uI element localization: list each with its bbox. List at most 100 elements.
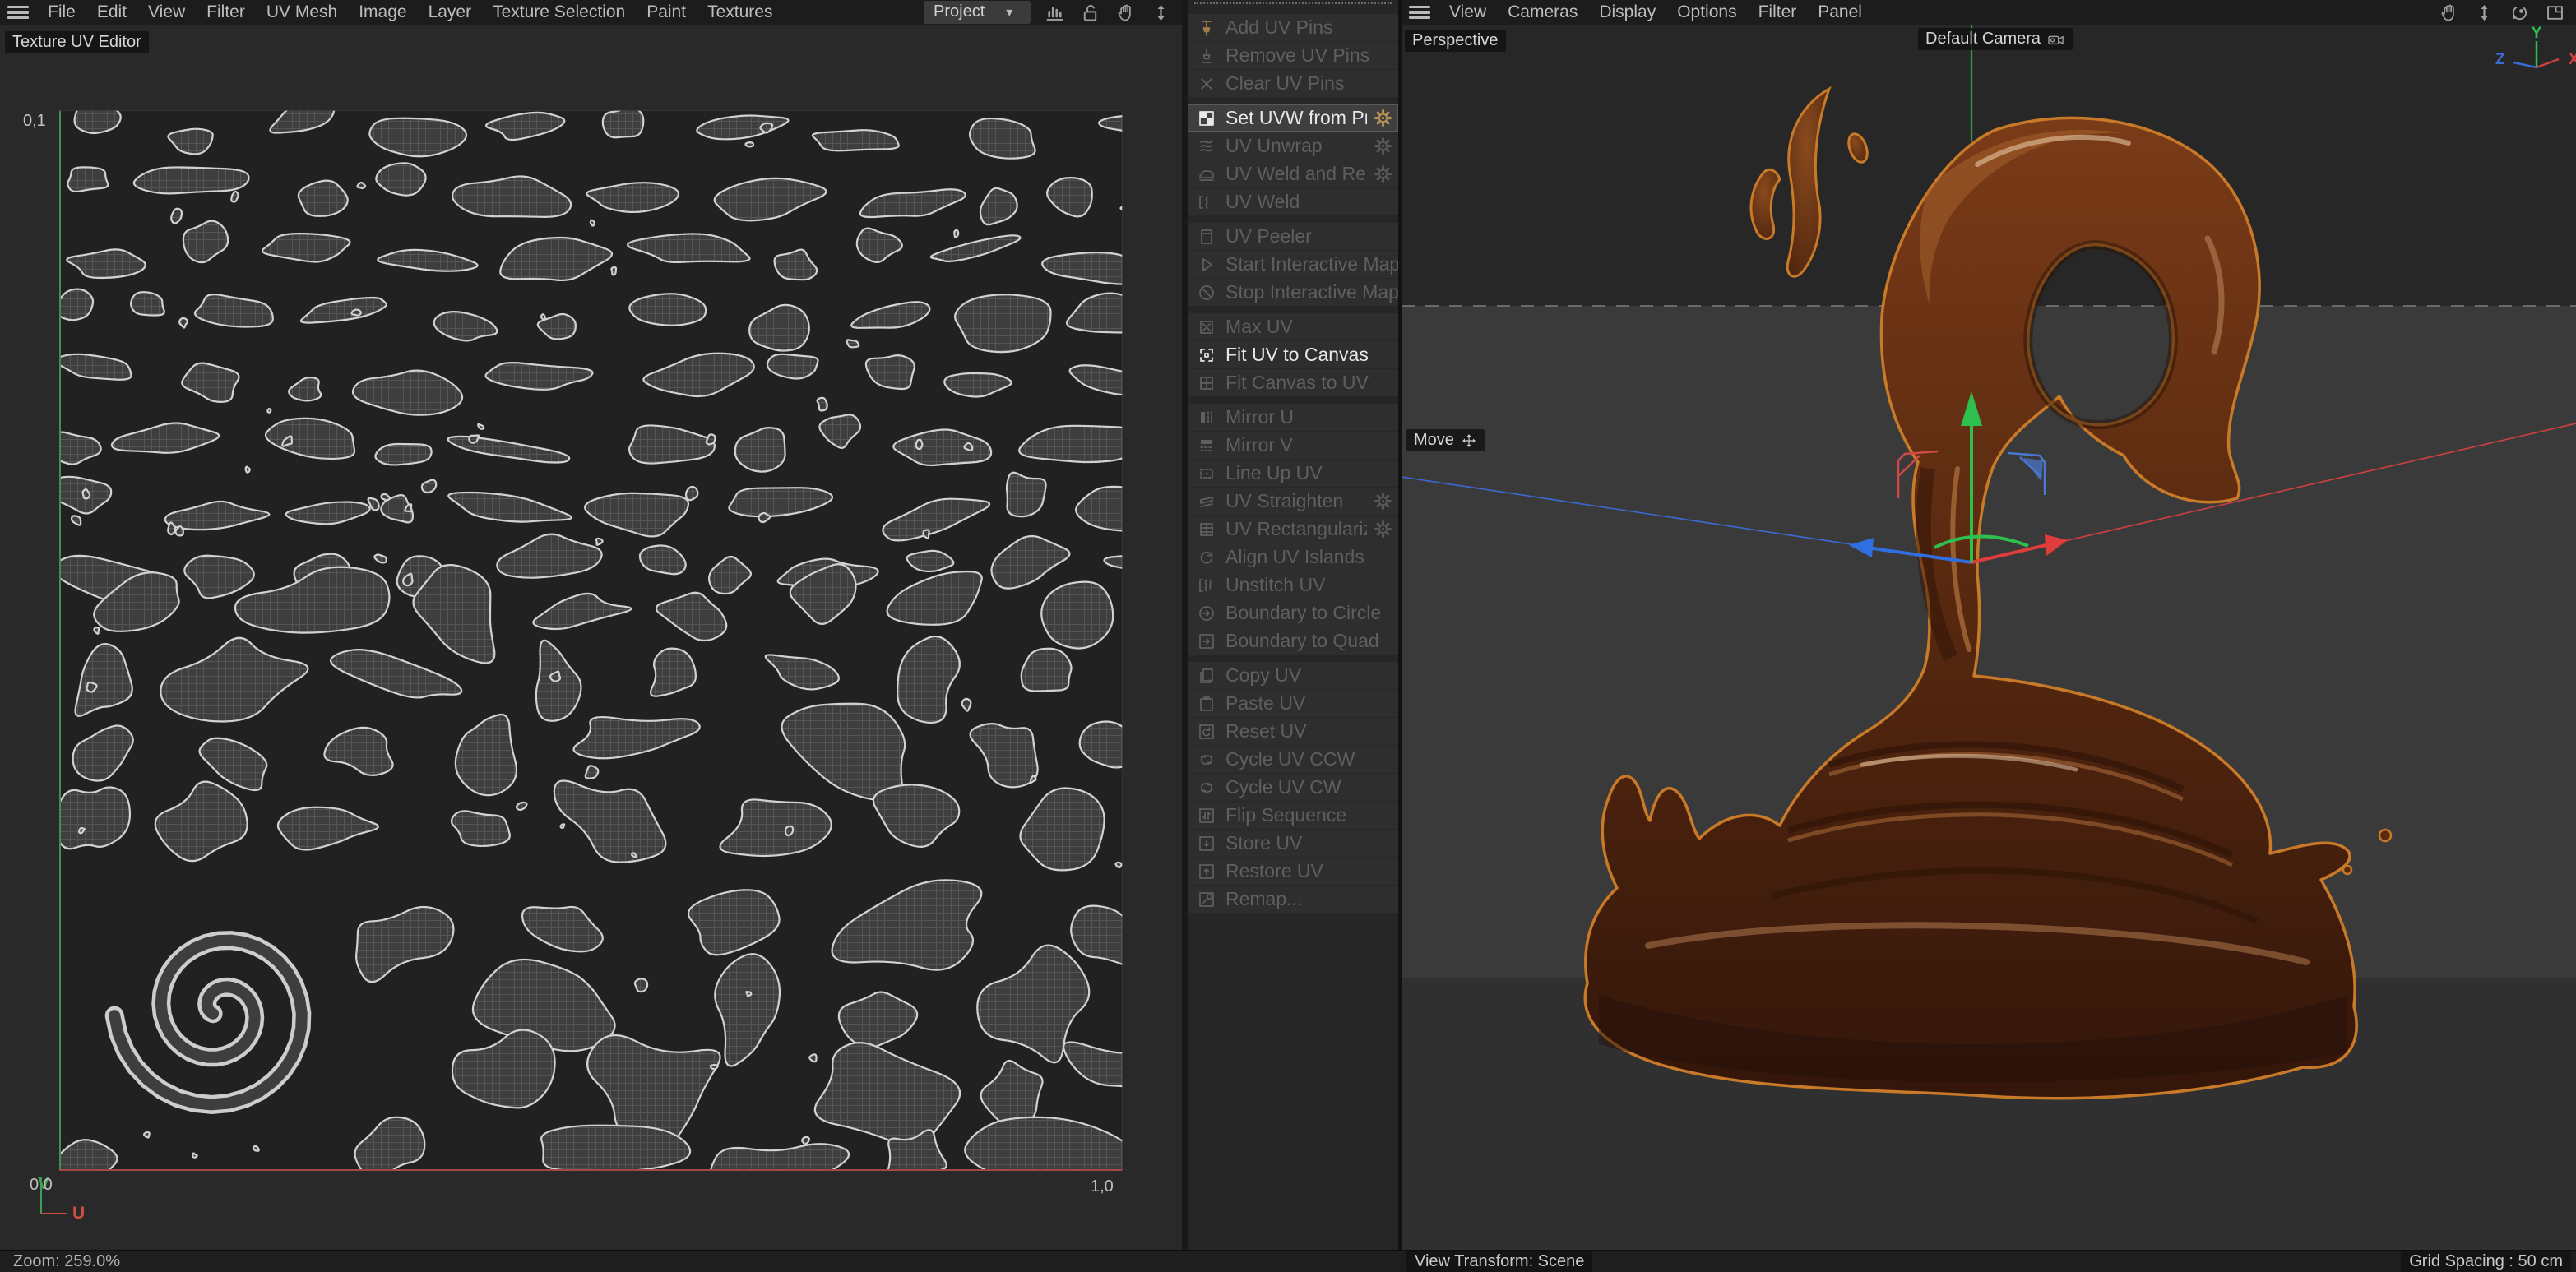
cmd-item-cycle-uv-cw[interactable]: Cycle UV CW [1188, 774, 1398, 802]
camera-label[interactable]: Default Camera [1918, 28, 2073, 50]
cmd-item-copy-uv[interactable]: Copy UV [1188, 662, 1398, 690]
cmd-item-cycle-uv-ccw[interactable]: Cycle UV CCW [1188, 746, 1398, 774]
cmd-item-label: Copy UV [1225, 664, 1302, 686]
rotate-icon[interactable] [2509, 2, 2531, 24]
panel-divider[interactable] [1398, 0, 1402, 1250]
ccw-icon [1188, 750, 1225, 770]
gizmo-x-label: X [2569, 51, 2576, 68]
hand-icon[interactable] [1114, 2, 1137, 24]
cmd-item-align-uv-islands[interactable]: Align UV Islands [1188, 543, 1398, 571]
cmd-item-set-uvw-from-projection[interactable]: Set UVW from Projection [1188, 104, 1398, 132]
menu-item-filter[interactable]: Filter [1748, 0, 1808, 25]
menu-item-paint[interactable]: Paint [636, 0, 697, 25]
cmd-item-label: Set UVW from Projection [1225, 107, 1367, 128]
clear-icon [1188, 74, 1225, 94]
cmd-item-paste-uv[interactable]: Paste UV [1188, 690, 1398, 718]
histogram-icon[interactable] [1044, 2, 1066, 24]
viewport-canvas[interactable]: Y X Z Perspective Default Camera Move [1402, 25, 2576, 1250]
cmd-item-uv-straighten[interactable]: UV Straighten [1188, 488, 1398, 516]
cmd-item-label: Line Up UV [1225, 462, 1323, 483]
gizmo-z-label: Z [2495, 51, 2505, 68]
cmd-item-fit-canvas-to-uv[interactable]: Fit Canvas to UV [1188, 369, 1398, 396]
menu-item-view[interactable]: View [1439, 0, 1497, 25]
texture-uv-editor-panel: Texture UV Editor 0,1 V 0,0 1,0 U [0, 25, 1182, 1250]
cmd-item-unstitch-uv[interactable]: Unstitch UV [1188, 571, 1398, 599]
menu-item-edit[interactable]: Edit [86, 0, 137, 25]
cmd-item-reset-uv[interactable]: Reset UV [1188, 718, 1398, 746]
menu-item-uv-mesh[interactable]: UV Mesh [256, 0, 348, 25]
cmd-item-label: Fit Canvas to UV [1225, 372, 1369, 393]
application-window: File Edit View Filter UV Mesh Image Layer Textu… [0, 0, 2576, 1272]
cmd-item-flip-sequence[interactable]: Flip Sequence [1188, 802, 1398, 830]
menu-item-cameras[interactable]: Cameras [1497, 0, 1588, 25]
cmd-item-label: Boundary to Quad [1225, 630, 1379, 651]
mirror-v-icon [1188, 436, 1225, 456]
cmd-item-uv-peeler[interactable]: UV Peeler [1188, 223, 1398, 251]
menu-item-filter[interactable]: Filter [196, 0, 256, 25]
command-group: UV Peeler Start Interactive Mapping Stop I… [1188, 223, 1398, 306]
hand-icon[interactable] [2438, 2, 2460, 24]
menu-item-file[interactable]: File [37, 0, 86, 25]
hamburger-menu-icon[interactable] [1409, 6, 1430, 19]
menu-item-options[interactable]: Options [1666, 0, 1747, 25]
u-axis-label: U [72, 1204, 86, 1223]
uv-coord-bottom-right: 1,0 [1091, 1177, 1114, 1196]
cmd-item-remap[interactable]: Remap... [1188, 886, 1398, 913]
cmd-item-uv-weld-and-relax[interactable]: UV Weld and Relax [1188, 160, 1398, 188]
cmd-item-clear-uv-pins[interactable]: Clear UV Pins [1188, 70, 1398, 97]
cmd-item-start-interactive-mapping[interactable]: Start Interactive Mapping [1188, 251, 1398, 279]
command-group: Copy UV Paste UV Reset UV Cycle UV CCW Cycle… [1188, 662, 1398, 913]
cmd-item-mirror-u[interactable]: Mirror U [1188, 404, 1398, 432]
menu-item-layer[interactable]: Layer [418, 0, 483, 25]
remap-icon [1188, 890, 1225, 909]
menu-item-display[interactable]: Display [1588, 0, 1666, 25]
cmd-item-mirror-v[interactable]: Mirror V [1188, 432, 1398, 460]
uv-editor-menus: File Edit View Filter UV Mesh Image Layer Textu… [37, 0, 783, 25]
cmd-item-store-uv[interactable]: Store UV [1188, 830, 1398, 858]
hamburger-menu-icon[interactable] [7, 6, 29, 19]
command-group: Mirror U Mirror V Line Up UV UV Straighten U… [1188, 404, 1398, 655]
project-dropdown[interactable]: Project ▾ [924, 1, 1031, 24]
cmd-item-label: Mirror V [1225, 434, 1293, 456]
straighten-icon [1188, 492, 1225, 511]
copy-icon [1188, 666, 1225, 686]
cmd-item-uv-rectangularize[interactable]: UV Rectangularize [1188, 516, 1398, 543]
gear-icon[interactable] [1367, 136, 1398, 156]
cmd-item-boundary-to-quad[interactable]: Boundary to Quad [1188, 627, 1398, 655]
view-label[interactable]: Perspective [1405, 30, 1506, 52]
maximize-icon[interactable] [2544, 2, 2566, 24]
cmd-item-label: Reset UV [1225, 720, 1307, 742]
unlock-icon[interactable] [1079, 2, 1101, 24]
grid-spacing-status: Grid Spacing : 50 cm [2401, 1251, 2571, 1272]
cmd-item-uv-weld[interactable]: UV Weld [1188, 188, 1398, 215]
cmd-item-label: Mirror U [1225, 406, 1295, 428]
cmd-item-stop-interactive-mapping[interactable]: Stop Interactive Mapping [1188, 279, 1398, 306]
cmd-item-boundary-to-circle[interactable]: Boundary to Circle [1188, 599, 1398, 627]
updown-icon[interactable] [2473, 2, 2495, 24]
menu-item-panel[interactable]: Panel [1807, 0, 1873, 25]
cmd-item-max-uv[interactable]: Max UV [1188, 313, 1398, 341]
cmd-item-fit-uv-to-canvas[interactable]: Fit UV to Canvas [1188, 341, 1398, 369]
menu-item-view[interactable]: View [137, 0, 196, 25]
cmd-item-line-up-uv[interactable]: Line Up UV [1188, 460, 1398, 488]
command-group: Add UV Pins Remove UV Pins Clear UV Pins [1188, 14, 1398, 97]
gear-icon[interactable] [1367, 491, 1398, 511]
stop-icon [1188, 283, 1225, 303]
gear-icon[interactable] [1367, 164, 1398, 184]
uv-canvas[interactable] [59, 110, 1123, 1171]
cmd-item-restore-uv[interactable]: Restore UV [1188, 858, 1398, 886]
updown-icon[interactable] [1150, 2, 1172, 24]
menu-item-texture-selection[interactable]: Texture Selection [482, 0, 636, 25]
gear-icon[interactable] [1367, 108, 1398, 128]
gear-icon[interactable] [1367, 519, 1398, 539]
cmd-item-uv-unwrap[interactable]: UV Unwrap [1188, 132, 1398, 160]
menu-item-image[interactable]: Image [348, 0, 417, 25]
menu-item-textures[interactable]: Textures [697, 0, 783, 25]
panel-drag-handle[interactable] [1194, 2, 1392, 11]
view-transform-status: View Transform: Scene [1406, 1251, 1593, 1272]
cmd-item-label: Fit UV to Canvas [1225, 344, 1369, 365]
cmd-item-add-uv-pins[interactable]: Add UV Pins [1188, 14, 1398, 42]
panel-divider[interactable] [1182, 0, 1188, 1250]
cmd-item-remove-uv-pins[interactable]: Remove UV Pins [1188, 42, 1398, 70]
chocolate-droplet [2342, 864, 2353, 876]
